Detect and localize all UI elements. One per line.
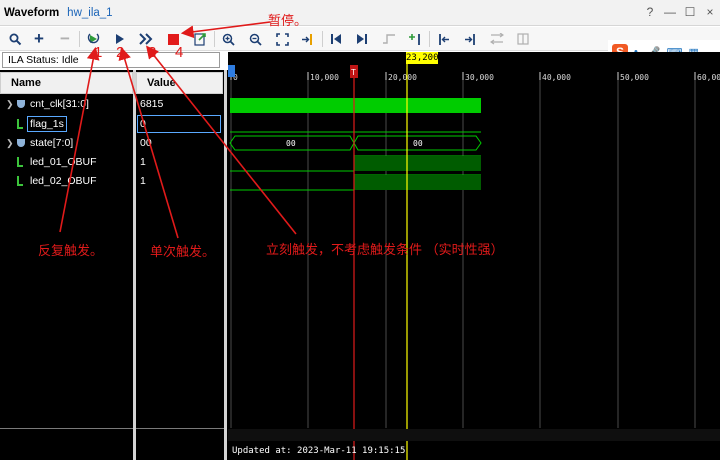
annotation-single-trigger: 单次触发。 [150,244,216,259]
value-column-header[interactable]: Value [136,72,223,94]
add-button[interactable]: + [30,29,48,48]
previous-transition-button[interactable] [380,30,398,48]
toolbar-separator [79,31,80,47]
cursor-value: 23,200 [406,52,439,64]
zoom-fit-button[interactable] [273,30,291,48]
skip-end-icon [357,34,367,44]
help-icon[interactable]: ? [644,5,656,19]
bit-icon [17,157,23,167]
tab-hw-ila-1[interactable]: hw_ila_1 [67,7,112,19]
updated-timestamp: Updated at: 2023-Mar-11 19:15:15 [232,446,406,456]
zoom-out-icon [249,33,262,46]
search-icon [9,33,21,45]
export-icon [193,33,206,46]
tick-label: 30,000 [465,73,494,82]
toolbar-separator [429,31,430,47]
wave-cnt-clk [230,98,481,113]
snap-button[interactable] [514,30,532,48]
zoom-out-button[interactable] [246,30,264,48]
next-marker-icon [465,33,475,45]
title-bar: Waveform hw_ila_1 ? — ☐ × [0,0,720,26]
annotation-number-1: 1 [94,44,103,61]
signal-value: 1 [140,175,146,187]
go-to-start-button[interactable] [327,30,345,48]
maximize-icon[interactable]: ☐ [684,5,696,19]
cursor-go-icon [302,33,312,45]
go-to-cursor-button[interactable] [299,30,317,48]
zoom-in-icon [222,33,235,46]
annotation-pause: 暂停。 [268,13,308,28]
annotation-number-4: 4 [175,44,184,61]
signal-name: led_02_OBUF [30,175,97,187]
annotation-number-3: 3 [148,44,157,61]
window-controls: ? — ☐ × [644,5,716,19]
bit-icon [17,176,23,186]
tick-label: 40,000 [542,73,571,82]
next-marker-button[interactable] [461,30,479,48]
expand-arrow-icon[interactable]: ❯ [6,134,14,152]
skip-start-icon [331,34,341,44]
toolbar-separator [214,31,215,47]
wave-led-02-high-fill [354,175,481,190]
stop-icon [167,33,179,45]
signal-name: state[7:0] [30,137,74,149]
swap-cursors-button[interactable] [488,30,506,48]
annotation-immediate-trigger: 立刻触发，不考虑触发条件 （实时性强） [266,242,504,257]
signal-value: 0 [140,118,146,130]
snap-icon [517,33,529,45]
start-marker[interactable] [228,65,235,77]
bus-icon [17,139,25,147]
bus-value-label: 00 [286,139,296,148]
bus-icon [17,100,25,108]
search-button[interactable] [6,30,24,48]
signal-name: cnt_clk[31:0] [30,98,89,110]
signal-row-state[interactable]: ❯ state[7:0] [0,134,133,152]
add-marker-icon [409,33,420,45]
tick-label: 60,000 [697,73,720,82]
ila-status: ILA Status: Idle [2,52,220,68]
swap-cursors-icon [490,33,504,45]
bus-value-label: 00 [413,139,423,148]
prev-marker-icon [439,33,449,45]
export-button[interactable] [191,30,209,48]
horizontal-scrollbar[interactable] [228,429,720,441]
signal-row-led-01[interactable]: led_01_OBUF [0,153,133,171]
toolbar-separator [322,31,323,47]
remove-button[interactable]: − [56,29,74,48]
signal-name: led_01_OBUF [30,156,97,168]
wave-led-01-high-fill [354,156,481,171]
name-column-header[interactable]: Name [0,72,133,94]
annotation-number-2: 2 [116,44,125,61]
tick-label: 50,000 [620,73,649,82]
previous-marker-button[interactable] [435,30,453,48]
close-icon[interactable]: × [704,5,716,19]
timeline-labels: 0 10,000 20,000 30,000 40,000 50,000 60,… [233,73,720,82]
column-splitter[interactable] [133,70,136,460]
signal-value: 6815 [140,98,164,110]
go-to-end-button[interactable] [353,30,371,48]
tick-label: 10,000 [310,73,339,82]
signal-row-led-02[interactable]: led_02_OBUF [0,172,133,190]
zoom-in-button[interactable] [219,30,237,48]
signal-value: 00 [140,137,152,149]
panel-splitter[interactable] [224,70,227,460]
bit-icon [17,119,23,129]
tick-label: 20,000 [388,73,417,82]
selected-signal-outline [27,116,67,132]
panel-bottom-border [0,428,133,429]
annotation-repeat-trigger: 反复触发。 [38,243,104,258]
trigger-marker-label: T [351,68,356,77]
add-marker-button[interactable] [406,30,424,48]
panel-bottom-border [136,428,224,429]
window-title: Waveform [4,6,60,19]
zoom-fit-icon [275,32,289,46]
minimize-icon[interactable]: — [664,5,676,19]
prev-transition-icon [383,34,395,44]
signal-value: 1 [140,156,146,168]
signal-row-cnt-clk[interactable]: ❯ cnt_clk[31:0] [0,95,133,113]
expand-arrow-icon[interactable]: ❯ [6,95,14,113]
